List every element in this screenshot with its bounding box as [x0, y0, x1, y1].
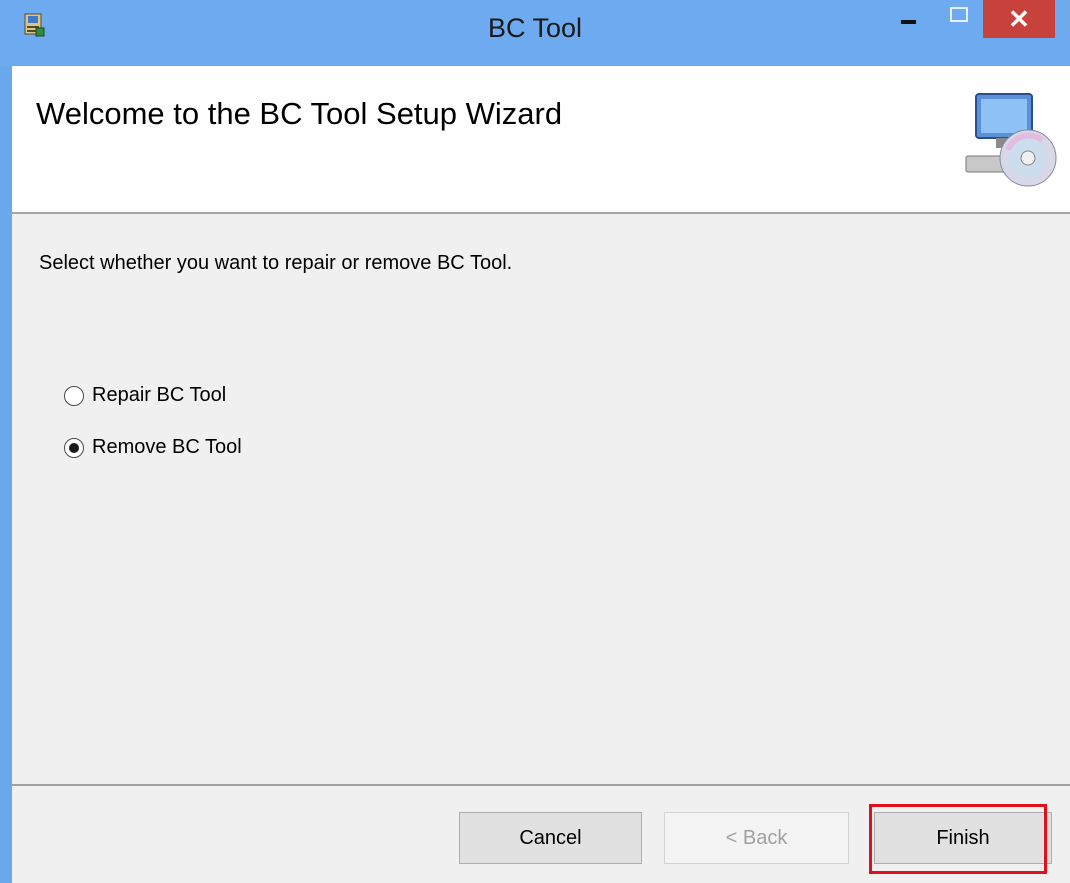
- wizard-header: Welcome to the BC Tool Setup Wizard: [12, 66, 1070, 214]
- title-bar[interactable]: BC Tool ✕: [0, 0, 1070, 66]
- instruction-text: Select whether you want to repair or rem…: [39, 252, 513, 274]
- computer-cd-icon: [962, 86, 1058, 196]
- back-button[interactable]: < Back: [664, 812, 849, 864]
- repair-option[interactable]: Repair BC Tool: [64, 384, 226, 407]
- finish-button[interactable]: Finish: [874, 812, 1052, 864]
- minimize-button[interactable]: [885, 0, 931, 38]
- repair-radio[interactable]: [64, 385, 84, 406]
- remove-label[interactable]: Remove BC Tool: [92, 436, 242, 459]
- wizard-title: Welcome to the BC Tool Setup Wizard: [36, 96, 563, 131]
- radio-selected-dot: [69, 442, 79, 453]
- remove-radio[interactable]: [64, 437, 84, 458]
- close-button[interactable]: ✕: [983, 0, 1055, 38]
- maximize-button[interactable]: [937, 0, 981, 38]
- wizard-body: Select whether you want to repair or rem…: [12, 214, 1070, 786]
- maximize-icon: [950, 6, 968, 22]
- close-icon: ✕: [1008, 3, 1030, 34]
- cancel-button[interactable]: Cancel: [459, 812, 642, 864]
- minimize-icon: [900, 20, 916, 24]
- wizard-footer: Cancel < Back Finish: [12, 786, 1070, 883]
- setup-wizard-window: BC Tool ✕ Welcome to the BC Tool Setup W…: [0, 0, 1070, 883]
- wizard-content: Welcome to the BC Tool Setup Wizard Sele…: [12, 66, 1070, 883]
- repair-label[interactable]: Repair BC Tool: [92, 384, 226, 407]
- remove-option[interactable]: Remove BC Tool: [64, 436, 242, 459]
